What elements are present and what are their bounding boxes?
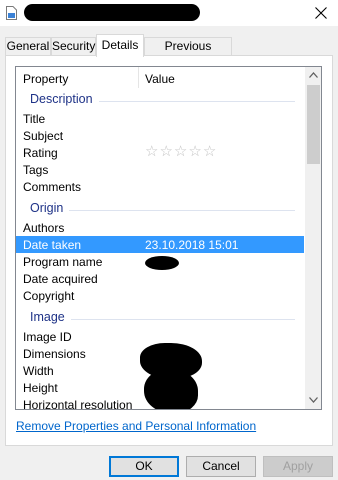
- property-label: Authors: [23, 221, 65, 235]
- tab-details[interactable]: Details: [96, 34, 144, 57]
- property-value: 23.10.2018 15:01: [145, 238, 239, 252]
- column-header-value[interactable]: Value: [145, 72, 175, 86]
- scroll-thumb[interactable]: [307, 85, 320, 164]
- row-authors[interactable]: Authors: [16, 219, 304, 236]
- property-label: Dimensions: [23, 347, 86, 361]
- group-label: Origin: [30, 201, 70, 215]
- property-label: Comments: [23, 180, 82, 194]
- scroll-down-button[interactable]: [305, 392, 321, 409]
- star-icon[interactable]: ☆: [174, 144, 187, 160]
- ok-button[interactable]: OK: [109, 456, 179, 477]
- property-label: Tags: [23, 163, 49, 177]
- property-label: Height: [23, 381, 58, 395]
- scroll-up-button[interactable]: [305, 67, 321, 84]
- property-label: Horizontal resolution: [23, 398, 133, 410]
- row-title[interactable]: Title: [16, 110, 304, 127]
- group-description: Description: [16, 91, 304, 109]
- chevron-down-icon: [309, 397, 318, 403]
- column-divider[interactable]: [138, 67, 139, 88]
- properties-list[interactable]: Property Value Description Title Subject…: [15, 66, 322, 410]
- row-tags[interactable]: Tags: [16, 161, 304, 178]
- tab-security[interactable]: Security: [51, 37, 96, 56]
- close-button[interactable]: [304, 0, 338, 26]
- property-label: Program name: [23, 255, 103, 269]
- details-panel: Property Value Description Title Subject…: [5, 55, 333, 446]
- star-icon[interactable]: ☆: [188, 144, 201, 160]
- value-redaction: [144, 369, 198, 409]
- group-image: Image: [16, 309, 304, 327]
- rating-stars[interactable]: ☆☆☆☆☆: [145, 144, 217, 160]
- group-label: Image: [30, 310, 71, 324]
- star-icon[interactable]: ☆: [159, 144, 172, 160]
- group-origin: Origin: [16, 200, 304, 218]
- value-redaction: [145, 256, 179, 270]
- title-bar: [0, 0, 338, 26]
- remove-properties-link[interactable]: Remove Properties and Personal Informati…: [16, 419, 256, 433]
- tab-previous-versions[interactable]: Previous Versions: [144, 37, 232, 70]
- property-label: Date taken: [23, 238, 82, 252]
- row-date-taken[interactable]: Date taken 23.10.2018 15:01: [16, 236, 304, 253]
- apply-button[interactable]: Apply: [263, 456, 333, 477]
- row-comments[interactable]: Comments: [16, 178, 304, 195]
- row-date-acquired[interactable]: Date acquired: [16, 270, 304, 287]
- star-icon[interactable]: ☆: [145, 144, 158, 160]
- property-label: Date acquired: [23, 272, 98, 286]
- tab-general[interactable]: General: [5, 37, 51, 56]
- group-divider: [30, 210, 295, 211]
- chevron-up-icon: [309, 72, 318, 78]
- property-label: Rating: [23, 146, 58, 160]
- column-header: Property Value: [16, 67, 304, 89]
- group-label: Description: [30, 92, 99, 106]
- property-label: Image ID: [23, 330, 72, 344]
- file-icon: [6, 6, 17, 20]
- property-label: Copyright: [23, 289, 75, 303]
- row-copyright[interactable]: Copyright: [16, 287, 304, 304]
- property-label: Width: [23, 364, 54, 378]
- row-subject[interactable]: Subject: [16, 127, 304, 144]
- vertical-scrollbar[interactable]: [305, 67, 321, 409]
- property-label: Subject: [23, 129, 64, 143]
- star-icon[interactable]: ☆: [203, 144, 216, 160]
- close-icon: [315, 7, 327, 19]
- row-rating[interactable]: Rating ☆☆☆☆☆: [16, 144, 304, 161]
- title-redaction: [24, 4, 200, 21]
- property-label: Title: [23, 112, 46, 126]
- cancel-button[interactable]: Cancel: [186, 456, 256, 477]
- column-header-property[interactable]: Property: [23, 72, 68, 86]
